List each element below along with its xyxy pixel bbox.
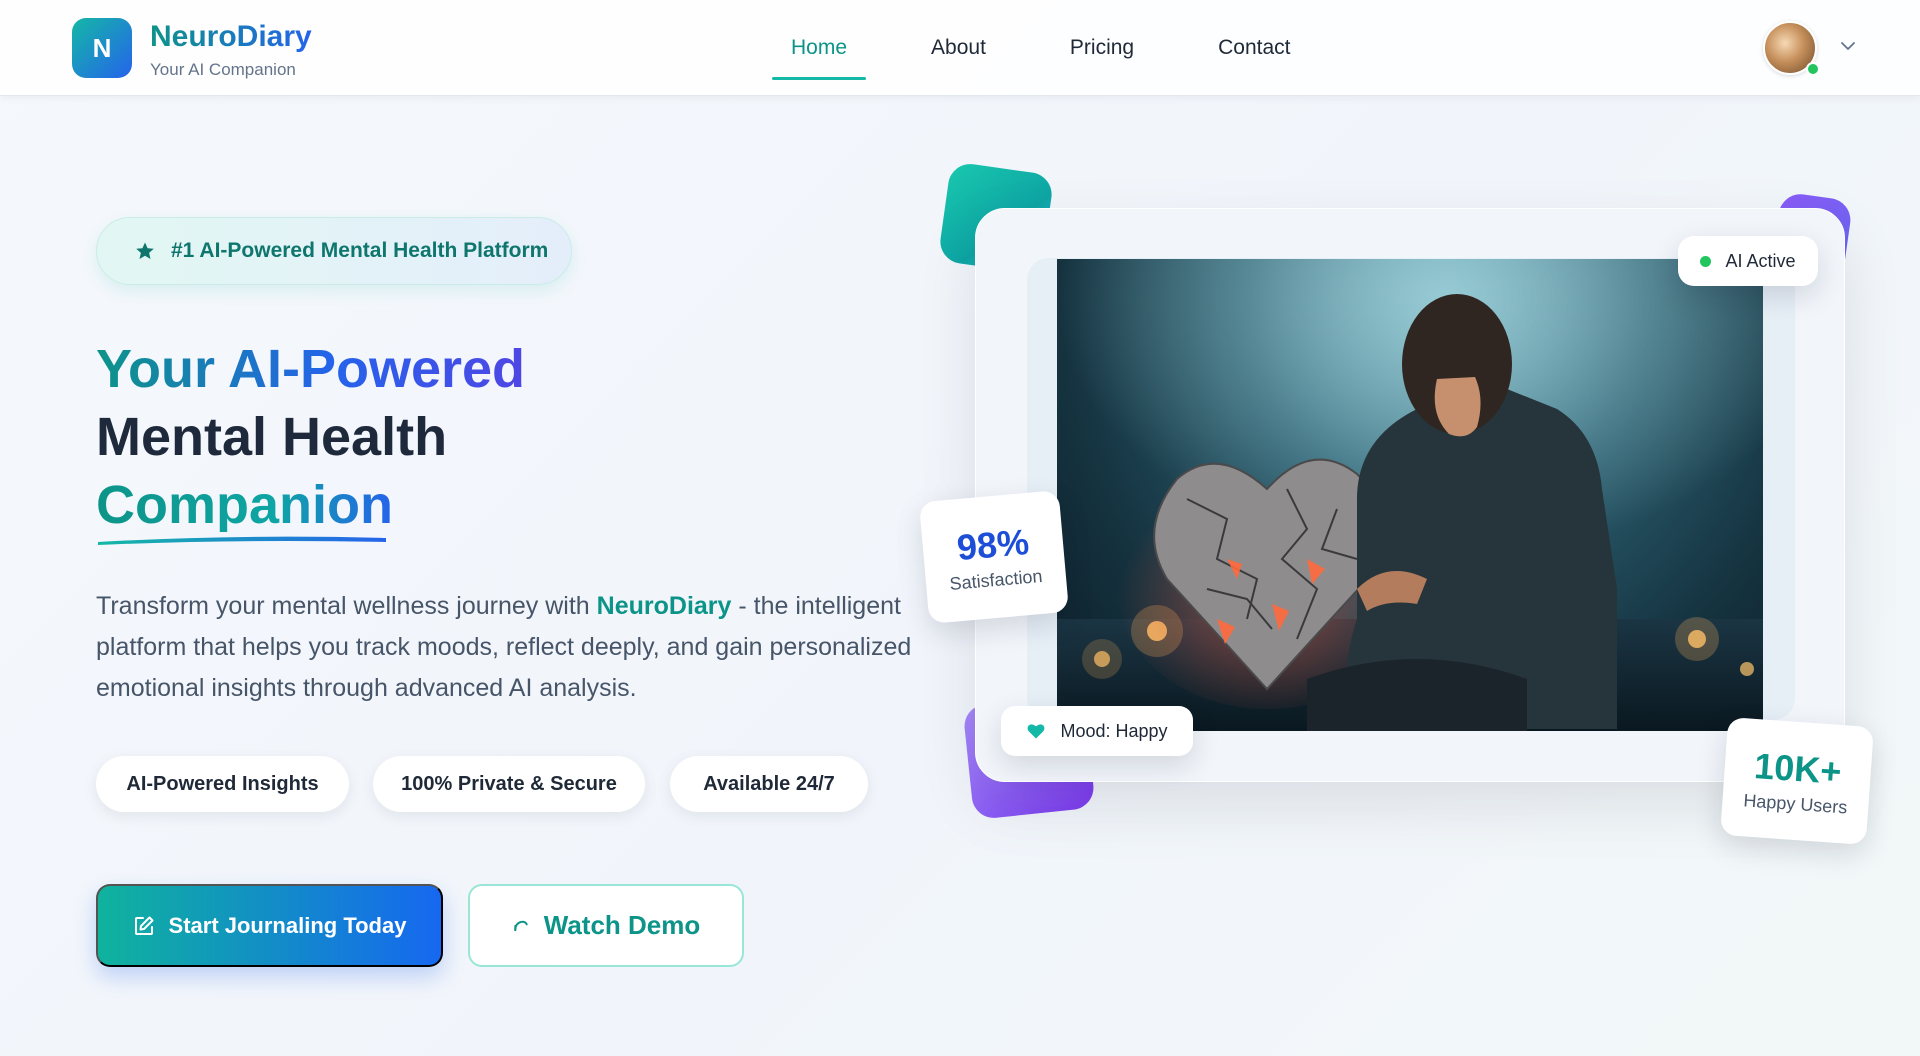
description-before: Transform your mental wellness journey w… [96,592,597,620]
feature-pill: 100% Private & Secure [373,756,645,812]
top-navbar: N NeuroDiary Your AI Companion Home Abou… [0,0,1920,96]
edit-icon [134,916,154,935]
headline-line-3: Companion [96,475,393,535]
mood-text: Mood: Happy [1060,720,1168,741]
brand-name[interactable]: NeuroDiary [150,20,312,54]
star-icon [136,242,154,259]
mood-card: Mood: Happy [1001,706,1193,756]
hero-illustration [1057,259,1763,731]
watch-demo-label: Watch Demo [543,910,701,940]
online-status-dot [1806,62,1820,76]
logo-mark[interactable]: N [72,18,132,78]
hero-badge: #1 AI-Powered Mental Health Platform [96,217,572,285]
hero-badge-text: #1 AI-Powered Mental Health Platform [171,239,549,262]
brand-tagline: Your AI Companion [150,60,296,79]
feature-pill: Available 24/7 [670,756,868,812]
hero-description: Transform your mental wellness journey w… [96,586,936,709]
users-value: 10K+ [1753,744,1843,792]
satisfaction-stat-card: 98% Satisfaction [918,490,1070,624]
satisfaction-value: 98% [955,520,1031,568]
headline-line-2: Mental Health [96,407,448,467]
main-nav: Home About Pricing Contact [772,0,1356,96]
chevron-down-icon[interactable] [1838,36,1858,56]
ai-status-text: AI Active [1725,250,1796,271]
ai-status-dot [1700,255,1712,267]
play-icon [514,920,528,931]
feature-pill: AI-Powered Insights [96,756,349,812]
users-stat-card: 10K+ Happy Users [1720,717,1874,845]
start-journaling-button[interactable]: Start Journaling Today [96,884,443,967]
description-highlight: NeuroDiary [596,592,732,620]
nav-contact-link[interactable]: Contact [1199,0,1309,96]
satisfaction-label: Satisfaction [948,565,1044,594]
users-label: Happy Users [1742,789,1849,818]
heart-icon [1028,724,1045,739]
ai-status-card: AI Active [1678,236,1818,286]
nav-pricing-link[interactable]: Pricing [1051,0,1153,96]
start-journaling-label: Start Journaling Today [168,912,407,938]
nav-about-link[interactable]: About [912,0,1005,96]
nav-home-link[interactable]: Home [772,0,867,96]
headline-underline [98,536,386,545]
headline-line-1: Your AI-Powered [96,342,525,396]
headline-line-1-text: Your AI-Powered [96,339,526,399]
watch-demo-button[interactable]: Watch Demo [468,884,744,967]
